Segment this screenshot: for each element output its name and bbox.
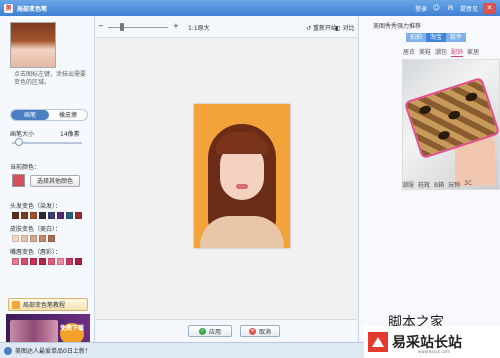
color-swatch[interactable]: [12, 212, 19, 219]
product-image[interactable]: [402, 59, 500, 190]
color-swatch[interactable]: [30, 258, 37, 265]
left-panel: 点击图标左键，涂抹出需要变色的区域。 画笔 橡皮擦 画笔大小 14像素 当前颜色…: [0, 16, 95, 354]
category-link[interactable]: 鞋靴: [418, 180, 430, 189]
color-swatch[interactable]: [48, 258, 55, 265]
edited-photo[interactable]: [194, 104, 290, 248]
color-swatch[interactable]: [75, 212, 82, 219]
category-link[interactable]: 美鞋: [419, 47, 431, 57]
category-link[interactable]: 家居: [467, 47, 479, 57]
bag-spot: [447, 109, 462, 121]
color-swatch[interactable]: [39, 235, 46, 242]
brush-size-knob[interactable]: [15, 138, 24, 146]
category-link[interactable]: 配饰: [451, 47, 464, 57]
window-title: 局部变色笔: [17, 5, 48, 13]
category-link[interactable]: B箱: [434, 180, 444, 189]
brush-size-label: 画笔大小: [10, 131, 35, 138]
color-swatch[interactable]: [21, 235, 28, 242]
watermark-url: www.easck.com: [418, 349, 451, 354]
compare-label: 对比: [342, 25, 355, 32]
photo-body: [200, 216, 284, 248]
user-icon[interactable]: ☺: [432, 4, 441, 13]
cancel-button[interactable]: ✕ 取消: [240, 325, 280, 337]
tab-eraser[interactable]: 橡皮擦: [49, 110, 87, 120]
lip-color-swatches: [12, 258, 82, 265]
color-swatch[interactable]: [30, 235, 37, 242]
mode-tabs: 画笔 橡皮擦: [10, 109, 88, 121]
bag-spot: [437, 129, 451, 141]
current-color-swatch: [12, 174, 25, 187]
original-size-button[interactable]: 1:1原大: [188, 23, 210, 32]
color-swatch[interactable]: [12, 258, 19, 265]
apply-button[interactable]: ✓ 应用: [188, 325, 232, 337]
tutorial-icon: [12, 300, 20, 309]
color-swatch[interactable]: [75, 258, 82, 265]
hair-color-swatches: [12, 212, 82, 219]
bag-spot: [464, 91, 479, 103]
category-link[interactable]: 潮包: [435, 47, 447, 57]
status-text[interactable]: 美图达人最爱单品0日上新！: [15, 346, 91, 355]
recommend-title: 美图秀秀强力推荐: [373, 23, 422, 30]
tab-taobao[interactable]: 淘宝: [426, 33, 446, 42]
tutorial-label: 局部变色笔教程: [23, 302, 66, 309]
category-link[interactable]: 玩物: [448, 180, 460, 189]
color-swatch[interactable]: [39, 212, 46, 219]
apply-label: 应用: [208, 328, 221, 336]
tab-software[interactable]: 软件: [446, 33, 466, 42]
category-link[interactable]: 居衣: [403, 47, 415, 57]
recommend-tabs: 拍拍 淘宝 软件: [406, 33, 466, 42]
color-swatch[interactable]: [21, 212, 28, 219]
color-swatch[interactable]: [57, 258, 64, 265]
restart-label: 重新开始: [312, 25, 337, 32]
skin-color-label: 皮肤变色（美白）：: [10, 226, 62, 233]
brush-size-value: 14像素: [60, 131, 80, 138]
color-swatch[interactable]: [66, 212, 73, 219]
close-icon: ✕: [248, 327, 256, 335]
photo-bangs: [216, 132, 268, 154]
lip-color-label: 嘴唇变色（唇彩）：: [10, 249, 62, 256]
color-swatch[interactable]: [66, 258, 73, 265]
zoom-knob[interactable]: [120, 23, 124, 31]
zoom-out-icon[interactable]: −: [98, 22, 104, 30]
tab-brush[interactable]: 画笔: [11, 110, 49, 120]
feedback-link[interactable]: 提意见: [460, 4, 478, 13]
color-swatch[interactable]: [39, 258, 46, 265]
preview-thumbnail: [10, 22, 56, 68]
feedback-icon[interactable]: ✉: [446, 4, 455, 13]
login-link[interactable]: 登录: [415, 4, 427, 13]
app-icon: 美: [4, 3, 13, 13]
tab-paipai[interactable]: 拍拍: [406, 33, 426, 42]
category-links-2: 潮服 鞋靴 B箱 玩物 3C: [402, 180, 472, 189]
color-swatch[interactable]: [21, 258, 28, 265]
canvas-toolbar: − + 1:1原大 ↺ 重新开始 ◧ 对比: [96, 16, 357, 38]
info-icon: [4, 346, 12, 355]
check-icon: ✓: [198, 327, 206, 335]
color-swatch[interactable]: [12, 235, 19, 242]
photo-lips: [236, 184, 248, 189]
category-links: 居衣 美鞋 潮包 配饰 家居: [403, 47, 479, 57]
color-swatch[interactable]: [48, 212, 55, 219]
bag-spot: [418, 104, 433, 116]
close-button[interactable]: ✕: [483, 2, 496, 14]
color-swatch[interactable]: [57, 212, 64, 219]
category-link[interactable]: 3C: [464, 180, 472, 189]
title-bar: 美 局部变色笔 登录 ☺ ✉ 提意见 ✕: [0, 0, 500, 16]
current-color-label: 当前颜色：: [10, 164, 41, 171]
hair-color-label: 头发变色（染发）：: [10, 203, 62, 210]
brush-hint: 点击图标左键，涂抹出需要变色的区域。: [14, 71, 87, 86]
footer-bar: ✓ 应用 ✕ 取消: [96, 319, 357, 342]
watermark-logo-icon: [368, 332, 388, 352]
cancel-label: 取消: [258, 328, 271, 336]
color-swatch[interactable]: [48, 235, 55, 242]
title-actions: 登录 ☺ ✉ 提意见 ✕: [415, 2, 496, 14]
skin-color-swatches: [12, 235, 55, 242]
zoom-in-icon[interactable]: +: [173, 22, 179, 30]
zoom-slider[interactable]: [108, 27, 168, 28]
choose-color-button[interactable]: 选择其他颜色: [30, 175, 80, 187]
compare-button[interactable]: ◧ 对比: [335, 23, 355, 32]
restart-button[interactable]: ↺ 重新开始: [306, 23, 337, 32]
color-swatch[interactable]: [30, 212, 37, 219]
tutorial-button[interactable]: 局部变色笔教程: [8, 298, 88, 311]
category-link[interactable]: 潮服: [402, 180, 414, 189]
app-window: 美 局部变色笔 登录 ☺ ✉ 提意见 ✕ 点击图标左键，涂抹出需要变色的区域。 …: [0, 0, 500, 358]
